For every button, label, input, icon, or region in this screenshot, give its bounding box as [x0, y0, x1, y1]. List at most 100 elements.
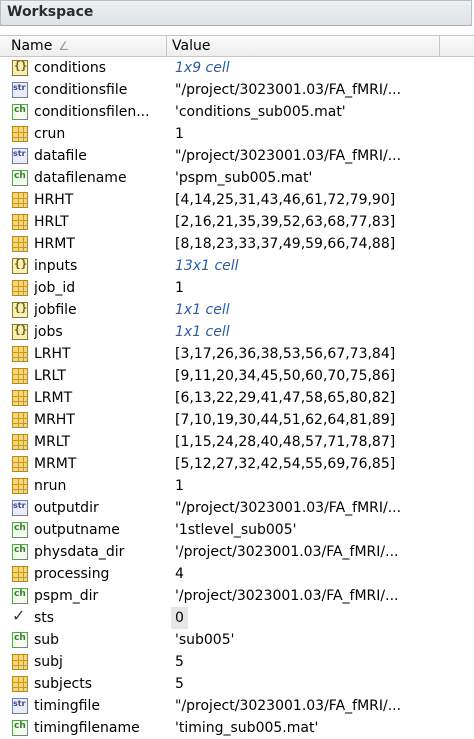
variable-name: HRLT [34, 214, 69, 230]
table-row[interactable]: str datafile "/project/3023001.03/FA_fMRI/… [0, 145, 474, 167]
variable-name: LRHT [34, 346, 71, 362]
table-row[interactable]: LRHT [3,17,26,36,38,53,56,67,73,84] [0, 343, 474, 365]
table-row[interactable]: {} jobs 1x1 cell [0, 321, 474, 343]
table-row[interactable]: {} jobfile 1x1 cell [0, 299, 474, 321]
variable-value: [4,14,25,31,43,46,61,72,79,90] [175, 192, 396, 208]
variable-name: outputdir [34, 500, 99, 516]
cell-array-icon: {} [12, 257, 28, 274]
table-row[interactable]: job_id 1 [0, 277, 474, 299]
table-row[interactable]: subj 5 [0, 651, 474, 673]
workspace-titlebar: Workspace [0, 0, 472, 26]
table-row[interactable]: ch conditionsfilen... 'conditions_sub005.m… [0, 101, 474, 123]
char-array-icon: ch [12, 720, 28, 736]
numeric-array-icon [12, 346, 28, 362]
variable-name: timingfile [34, 698, 100, 714]
table-row[interactable]: nrun 1 [0, 475, 474, 497]
table-row[interactable]: ch timingfilename 'timing_sub005.mat' [0, 717, 474, 739]
string-icon: str [12, 500, 28, 516]
variable-value: '1stlevel_sub005' [175, 522, 297, 538]
variable-value: [1,15,24,28,40,48,57,71,78,87] [175, 434, 396, 450]
table-row[interactable]: MRMT [5,12,27,32,42,54,55,69,76,85] [0, 453, 474, 475]
numeric-array-icon [12, 478, 28, 494]
variable-name: job_id [34, 280, 76, 296]
char-array-icon: ch [12, 522, 28, 538]
numeric-array-icon [12, 126, 28, 142]
table-row[interactable]: HRLT [2,16,21,35,39,52,63,68,77,83] [0, 211, 474, 233]
variable-value: 'conditions_sub005.mat' [175, 104, 346, 120]
numeric-array-icon [12, 566, 28, 582]
variable-name: outputname [34, 522, 120, 538]
variable-value: 1 [175, 478, 184, 494]
table-row[interactable]: ✓ sts 0 [0, 606, 474, 629]
variable-name: LRMT [34, 390, 73, 406]
table-row[interactable]: ch physdata_dir '/project/3023001.03/FA_fM… [0, 541, 474, 563]
table-row[interactable]: {} inputs 13x1 cell [0, 255, 474, 277]
numeric-array-icon [12, 456, 28, 472]
variable-value: 1x9 cell [175, 60, 230, 76]
variable-value: [3,17,26,36,38,53,56,67,73,84] [175, 346, 396, 362]
variable-name: MRMT [34, 456, 77, 472]
table-row[interactable]: ch outputname '1stlevel_sub005' [0, 519, 474, 541]
char-array-icon: ch [12, 170, 28, 186]
variable-value: 'timing_sub005.mat' [175, 720, 319, 736]
table-row[interactable]: ch datafilename 'pspm_sub005.mat' [0, 167, 474, 189]
variable-name: datafile [34, 148, 87, 164]
table-row[interactable]: str timingfile "/project/3023001.03/FA_fMR… [0, 695, 474, 717]
numeric-array-icon [12, 654, 28, 670]
column-header-name-label: Name [11, 38, 53, 54]
variable-value: [6,13,22,29,41,47,58,65,80,82] [175, 390, 396, 406]
string-icon: str [12, 698, 28, 714]
variable-name: MRLT [34, 434, 71, 450]
cell-array-icon: {} [12, 323, 28, 340]
numeric-array-icon [12, 412, 28, 428]
char-array-icon: ch [12, 588, 28, 604]
variable-value: [7,10,19,30,44,51,62,64,81,89] [175, 412, 396, 428]
variable-value: '/project/3023001.03/FA_fMRI/... [175, 544, 399, 560]
table-row[interactable]: ch pspm_dir '/project/3023001.03/FA_fMRI/.… [0, 585, 474, 607]
table-row[interactable]: processing 4 [0, 563, 474, 585]
variable-name: sts [34, 610, 55, 626]
variable-name: conditions [34, 60, 107, 76]
table-row[interactable]: LRMT [6,13,22,29,41,47,58,65,80,82] [0, 387, 474, 409]
variable-value: 1x1 cell [175, 302, 230, 318]
table-row[interactable]: ch sub 'sub005' [0, 629, 474, 651]
variable-value: [2,16,21,35,39,52,63,68,77,83] [175, 214, 396, 230]
variable-value: 5 [175, 676, 184, 692]
variable-value: 13x1 cell [175, 258, 239, 274]
variable-value: 'sub005' [175, 632, 235, 648]
column-header-value[interactable]: Value [167, 36, 440, 56]
table-row[interactable]: MRHT [7,10,19,30,44,51,62,64,81,89] [0, 409, 474, 431]
variable-name: subjects [34, 676, 93, 692]
table-row[interactable]: HRHT [4,14,25,31,43,46,61,72,79,90] [0, 189, 474, 211]
table-row[interactable]: subjects 5 [0, 673, 474, 695]
numeric-array-icon [12, 434, 28, 450]
variable-value: "/project/3023001.03/FA_fMRI/... [175, 148, 402, 164]
cell-array-icon: {} [12, 59, 28, 76]
table-row[interactable]: LRLT [9,11,20,34,45,50,60,70,75,86] [0, 365, 474, 387]
variable-value: 'pspm_sub005.mat' [175, 170, 313, 186]
variable-name: jobs [34, 324, 63, 340]
table-row[interactable]: str conditionsfile "/project/3023001.03/FA… [0, 79, 474, 101]
column-header-name[interactable]: Name ∠ [0, 36, 167, 56]
variable-name: HRMT [34, 236, 75, 252]
numeric-array-icon [12, 192, 28, 208]
table-row[interactable]: HRMT [8,18,23,33,37,49,59,66,74,88] [0, 233, 474, 255]
variable-name: inputs [34, 258, 78, 274]
variable-name: crun [34, 126, 66, 142]
variable-name: pspm_dir [34, 588, 99, 604]
variable-name: timingfilename [34, 720, 140, 736]
table-row[interactable]: {} conditions 1x9 cell [0, 57, 474, 79]
table-row[interactable]: MRLT [1,15,24,28,40,48,57,71,78,87] [0, 431, 474, 453]
table-row[interactable]: str outputdir "/project/3023001.03/FA_fMRI… [0, 497, 474, 519]
variable-value: 1 [175, 280, 184, 296]
numeric-array-icon [12, 368, 28, 384]
table-row[interactable]: crun 1 [0, 123, 474, 145]
variable-name: physdata_dir [34, 544, 125, 560]
variable-value: 4 [175, 566, 184, 582]
panel-title: Workspace [7, 4, 94, 20]
variable-value: "/project/3023001.03/FA_fMRI/... [175, 82, 402, 98]
sort-indicator-icon: ∠ [58, 39, 70, 53]
numeric-array-icon [12, 280, 28, 296]
numeric-array-icon [12, 390, 28, 406]
string-icon: str [12, 148, 28, 164]
